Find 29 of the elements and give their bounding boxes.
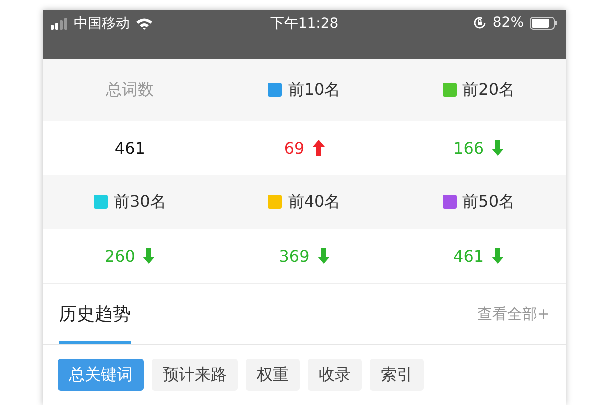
stat-label: 前30名 (114, 192, 166, 212)
rotation-lock-icon (472, 16, 487, 30)
stat-value: 69 (284, 138, 305, 158)
down-arrow-icon (492, 140, 504, 156)
filter-tab[interactable]: 权重 (246, 359, 300, 391)
wifi-icon (136, 18, 153, 30)
stat-value: 369 (279, 246, 310, 266)
stat-label: 前10名 (288, 80, 341, 100)
stat-label: 前20名 (462, 80, 515, 100)
filter-tab[interactable]: 预计来路 (152, 359, 238, 391)
stat-label: 前50名 (462, 192, 515, 212)
section-title: 历史趋势 (59, 284, 131, 344)
battery-percent: 82% (492, 15, 524, 31)
stat-value: 166 (454, 138, 484, 158)
clock-time: 下午11:28 (270, 15, 339, 33)
down-arrow-icon (492, 248, 504, 264)
filter-tab[interactable]: 收录 (308, 359, 362, 391)
carrier-name: 中国移动 (74, 15, 130, 33)
down-arrow-icon (318, 248, 330, 264)
stat-value: 461 (114, 138, 146, 158)
down-arrow-icon (143, 248, 156, 264)
stat-label: 前40名 (288, 192, 341, 212)
battery-icon (530, 16, 558, 30)
up-arrow-icon (312, 140, 325, 156)
stat-value: 461 (454, 246, 484, 266)
signal-icon (51, 18, 68, 30)
filter-tab[interactable]: 索引 (370, 359, 424, 391)
stat-label: 总词数 (106, 80, 154, 100)
stat-value: 260 (104, 246, 136, 266)
